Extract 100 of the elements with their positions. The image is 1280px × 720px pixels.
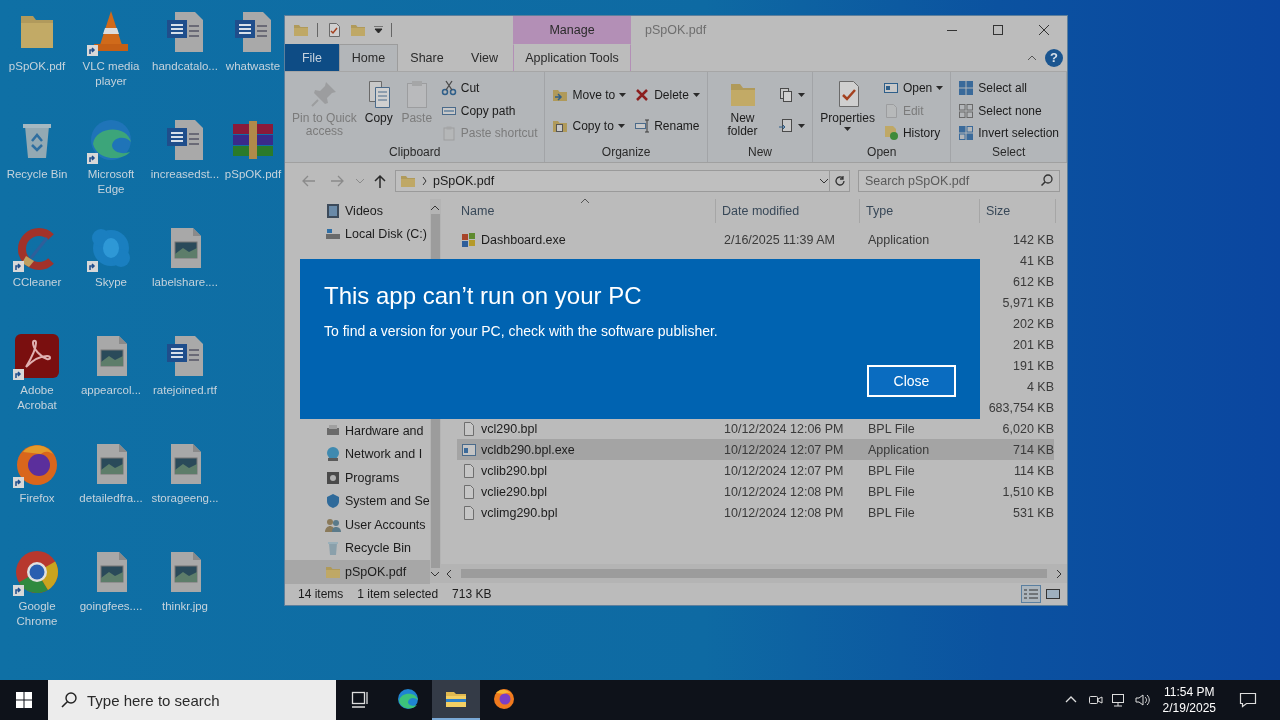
ribbon-button[interactable]: New folder — [711, 76, 774, 140]
file-name[interactable]: vclie290.bpl — [481, 484, 547, 499]
desktop-icon-label[interactable]: increasedst... — [150, 167, 220, 182]
desktop-icon-label[interactable]: Google Chrome — [1, 599, 73, 629]
desktop-icon-label[interactable]: Adobe Acrobat — [1, 383, 73, 413]
ribbon-button[interactable]: Select none — [955, 99, 1062, 122]
up-arrow-icon[interactable] — [374, 174, 386, 188]
type-cell: BPL File — [868, 421, 915, 436]
reader-app-icon[interactable] — [13, 332, 61, 380]
desktop-icon-label[interactable]: whatwaste — [225, 59, 281, 74]
file-row[interactable]: vclib290.bpl 10/12/2024 12:07 PM BPL File 114 KB — [457, 460, 1054, 481]
refresh-icon[interactable] — [833, 175, 846, 187]
desktop-icon-label[interactable]: storageeng... — [151, 491, 219, 506]
desktop-icon-label[interactable]: Skype — [95, 275, 127, 290]
file-row[interactable]: vcldb290.bpl.exe 10/12/2024 12:07 PM Application 714 KB — [457, 439, 1054, 460]
browser-orb-icon[interactable] — [492, 687, 516, 711]
windows-logo-icon[interactable] — [16, 692, 32, 708]
desktop-icon-label[interactable]: Recycle Bin — [6, 167, 68, 182]
ribbon-button[interactable]: Move to — [549, 84, 630, 107]
file-name[interactable]: vcldb290.bpl.exe — [481, 442, 575, 457]
horizontal-scrollbar[interactable] — [441, 564, 1067, 583]
ribbon-button[interactable]: Copy — [359, 76, 398, 127]
caret-icon — [936, 85, 944, 90]
close-icon[interactable] — [1039, 25, 1049, 35]
file-row[interactable]: vcl290.bpl 10/12/2024 12:06 PM BPL File 6,020 KB — [457, 418, 1054, 439]
desktop-icon-label[interactable]: thinkr.jpg — [162, 599, 208, 614]
desktop-icon-label[interactable]: detailedfra... — [79, 491, 143, 506]
desktop-icon-label[interactable]: ratejoined.rtf — [153, 383, 217, 398]
nav-item[interactable]: Videos — [285, 199, 430, 223]
desktop-icon-label[interactable]: Microsoft Edge — [75, 167, 147, 197]
file-name[interactable]: Dashboard.exe — [481, 232, 566, 247]
address-bar[interactable]: pSpOK.pdf — [395, 170, 830, 192]
speaker-icon[interactable] — [1134, 692, 1151, 708]
ribbon-tab[interactable]: Share — [398, 44, 456, 71]
ribbon-button[interactable]: Rename — [631, 114, 703, 137]
nav-item[interactable]: Programs — [285, 466, 430, 490]
type-cell: Application — [868, 232, 930, 247]
search-icon[interactable] — [1041, 174, 1053, 186]
date-cell: 10/12/2024 12:07 PM — [724, 463, 844, 478]
tiles-view-icon[interactable] — [1046, 588, 1060, 600]
desktop-icon-label[interactable]: Firefox — [19, 491, 55, 506]
ribbon-button[interactable]: Delete — [631, 84, 703, 107]
column-header[interactable]: Date modified — [716, 199, 860, 223]
check-page-icon[interactable] — [326, 22, 342, 38]
chevron-down-icon[interactable] — [819, 178, 829, 184]
ribbon-button[interactable]: Cut — [437, 76, 541, 99]
desktop-icon-label[interactable]: pSpOK.pdf — [224, 167, 282, 182]
file-row[interactable]: vclimg290.bpl 10/12/2024 12:08 PM BPL File 531 KB — [457, 502, 1054, 523]
ribbon-button[interactable]: Copy path — [437, 99, 541, 122]
desktop-icon-label[interactable]: VLC media player — [75, 59, 147, 89]
nav-item[interactable]: Local Disk (C:) — [285, 222, 430, 246]
ribbon-button[interactable]: Invert selection — [955, 122, 1062, 145]
search-field[interactable]: Search pSpOK.pdf — [858, 170, 1060, 192]
help-button[interactable]: ? — [1045, 48, 1063, 67]
wheel-icon[interactable] — [13, 548, 61, 596]
ribbon-button[interactable]: Select all — [955, 76, 1062, 99]
nav-item[interactable]: System and Se — [285, 489, 430, 513]
desktop-icon-label[interactable]: labelshare.... — [152, 275, 218, 290]
ribbon-button[interactable]: History — [879, 122, 947, 145]
file-row[interactable]: Dashboard.exe 2/16/2025 11:39 AM Application 142 KB — [457, 229, 1054, 250]
ribbon-button[interactable]: Properties — [817, 76, 878, 133]
file-name[interactable]: vclimg290.bpl — [481, 505, 558, 520]
notification-icon[interactable] — [1239, 692, 1257, 708]
desktop-icon-label[interactable]: appearcol... — [80, 383, 142, 398]
desktop-icon-label[interactable]: CCleaner — [12, 275, 62, 290]
column-header[interactable]: Name — [455, 199, 716, 223]
column-header[interactable]: Type — [860, 199, 980, 223]
desktop-icon-label[interactable]: goingfees.... — [79, 599, 143, 614]
search-field[interactable]: Type here to search — [48, 680, 336, 720]
clock-date[interactable]: 2/19/2025 — [1162, 700, 1216, 716]
swirl-icon[interactable] — [396, 687, 420, 711]
context-tab-header: Manage — [513, 16, 631, 44]
ribbon-tab[interactable]: File — [285, 44, 339, 71]
nav-item[interactable]: Recycle Bin — [285, 536, 430, 560]
ribbon-tab[interactable]: View — [456, 44, 513, 71]
ribbon-button[interactable]: Open — [879, 76, 947, 99]
file-name[interactable]: vcl290.bpl — [481, 421, 538, 436]
nav-item[interactable]: Network and I — [285, 442, 430, 466]
nav-item[interactable]: Hardware and — [285, 419, 430, 443]
file-icon — [461, 420, 477, 437]
file-name[interactable]: vclib290.bpl — [481, 463, 547, 478]
customize-icon[interactable] — [374, 26, 383, 34]
network-icon[interactable] — [1110, 692, 1127, 708]
size-cell: 683,754 KB — [988, 400, 1054, 415]
nav-item[interactable]: pSpOK.pdf — [285, 560, 430, 584]
desktop-icon-label[interactable]: pSpOK.pdf — [8, 59, 66, 74]
nav-item[interactable]: User Accounts — [285, 513, 430, 537]
address-path[interactable]: pSpOK.pdf — [433, 174, 813, 188]
type-cell: BPL File — [868, 463, 915, 478]
file-row[interactable]: vclie290.bpl 10/12/2024 12:08 PM BPL File 1,510 KB — [457, 481, 1054, 502]
column-header[interactable]: Size — [980, 199, 1056, 223]
clock-time[interactable]: 11:54 PM — [1164, 684, 1215, 700]
ribbon-tab[interactable]: Home — [339, 44, 398, 71]
search-icon — [61, 692, 77, 708]
maximize-icon[interactable] — [993, 25, 1003, 35]
close-button[interactable]: Close — [867, 365, 956, 397]
ribbon-tab[interactable]: Application Tools — [513, 44, 631, 71]
desktop-icon-label[interactable]: handcatalo... — [152, 59, 218, 74]
dialog-title: This app can’t run on your PC — [324, 281, 643, 311]
ribbon-button[interactable]: Copy to — [549, 114, 630, 137]
